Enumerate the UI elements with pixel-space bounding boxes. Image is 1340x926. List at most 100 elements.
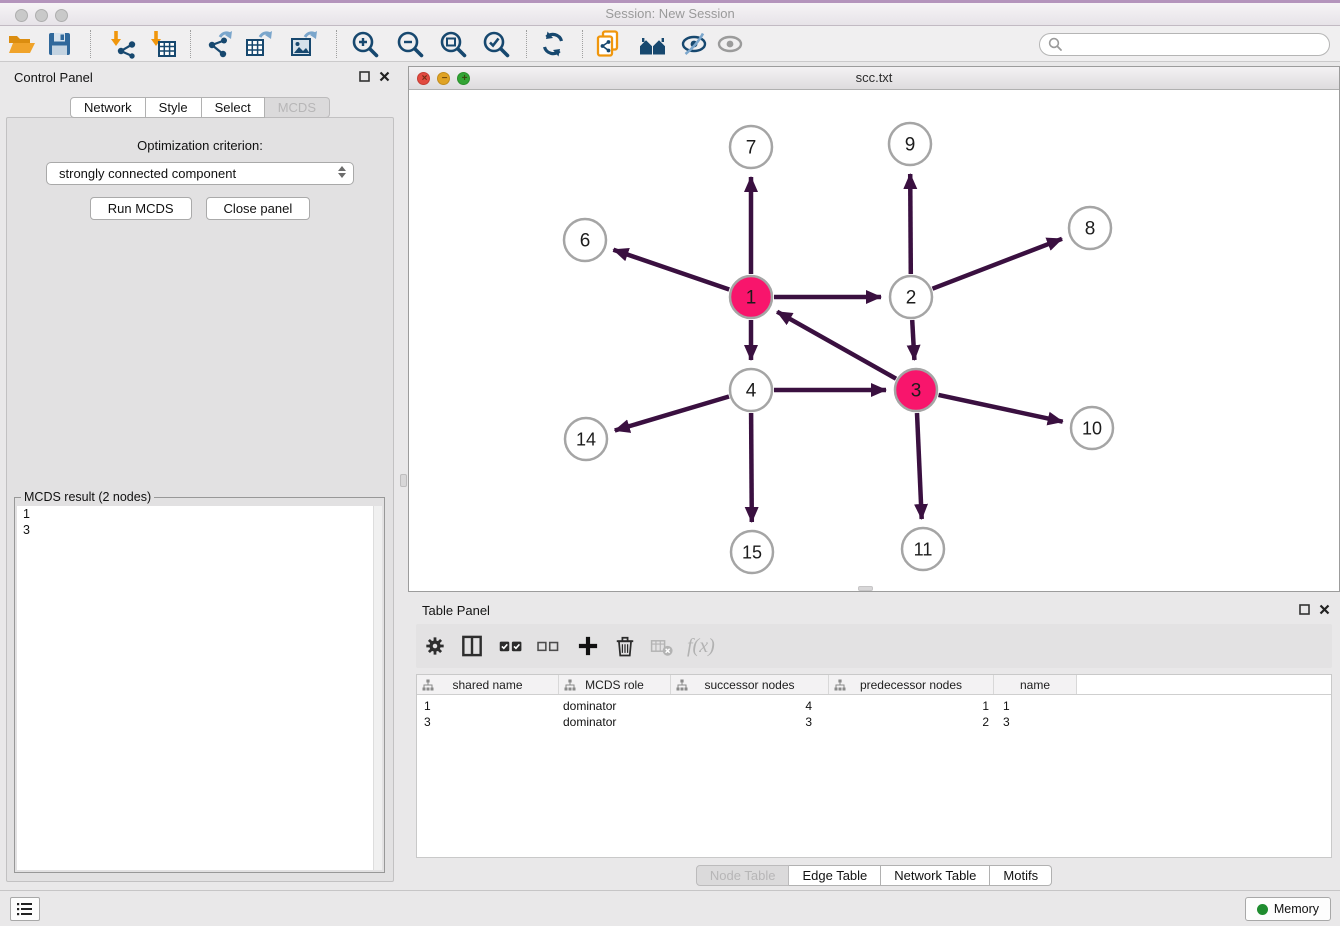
criterion-dropdown[interactable]: strongly connected component <box>46 162 354 185</box>
column-header-predecessor-nodes[interactable]: predecessor nodes <box>829 675 994 694</box>
clone-network-icon[interactable] <box>593 29 623 59</box>
task-history-button[interactable] <box>10 897 40 921</box>
svg-text:8: 8 <box>1085 219 1096 240</box>
close-panel-icon[interactable] <box>379 71 390 82</box>
delete-columns-trash-icon[interactable] <box>612 633 638 659</box>
import-network-icon[interactable] <box>107 29 137 59</box>
edge-4-15[interactable] <box>751 413 752 522</box>
node-9[interactable]: 9 <box>889 123 931 165</box>
criterion-dropdown-value: strongly connected component <box>59 166 236 181</box>
search-input[interactable] <box>1039 33 1330 56</box>
mcds-result-node: 1 <box>17 506 382 522</box>
table-cell[interactable]: dominator <box>559 699 671 713</box>
close-panel-button[interactable]: Close panel <box>206 197 311 220</box>
maximize-window-button[interactable] <box>55 9 68 22</box>
network-canvas[interactable]: 7 9 6 8 1 2 4 3 14 10 15 11 <box>409 90 1339 590</box>
node-6[interactable]: 6 <box>564 219 606 261</box>
node-15[interactable]: 15 <box>731 531 773 573</box>
refresh-icon[interactable] <box>538 29 568 59</box>
zoom-in-icon[interactable] <box>350 29 380 59</box>
vertical-splitter-handle[interactable] <box>400 474 407 487</box>
node-3[interactable]: 3 <box>895 369 937 411</box>
export-table-icon[interactable] <box>244 29 274 59</box>
network-maximize-button[interactable]: + <box>457 72 470 85</box>
node-4[interactable]: 4 <box>730 369 772 411</box>
table-row[interactable]: 1dominator411 <box>417 698 1331 714</box>
float-panel-icon[interactable] <box>359 71 370 82</box>
column-header-shared-name[interactable]: shared name <box>417 675 559 694</box>
deselect-all-columns-icon[interactable] <box>535 633 561 659</box>
edge-4-14[interactable] <box>615 397 729 431</box>
home-networks-icon[interactable] <box>638 29 668 59</box>
node-8[interactable]: 8 <box>1069 207 1111 249</box>
edge-1-6[interactable] <box>613 250 729 290</box>
column-header-successor-nodes[interactable]: successor nodes <box>671 675 829 694</box>
export-image-icon[interactable] <box>289 29 319 59</box>
close-window-button[interactable] <box>15 9 28 22</box>
show-hidden-eye-icon <box>715 29 745 59</box>
edge-3-11[interactable] <box>917 413 922 519</box>
mcds-result-list[interactable]: 13 <box>17 506 382 870</box>
select-all-columns-icon[interactable] <box>498 633 524 659</box>
table-cell[interactable]: dominator <box>559 715 671 729</box>
column-header-filler <box>1077 675 1331 694</box>
tab-select[interactable]: Select <box>202 97 265 118</box>
edge-2-8[interactable] <box>933 239 1063 289</box>
float-table-panel-icon[interactable] <box>1299 604 1310 615</box>
tab-node-table[interactable]: Node Table <box>696 865 790 886</box>
table-cell[interactable]: 2 <box>829 715 994 729</box>
table-cell[interactable]: 1 <box>417 699 559 713</box>
tab-motifs[interactable]: Motifs <box>990 865 1052 886</box>
edge-3-10[interactable] <box>939 395 1063 422</box>
hide-selected-eye-icon[interactable] <box>679 29 709 59</box>
save-icon[interactable] <box>44 29 74 59</box>
tab-edge-table[interactable]: Edge Table <box>789 865 881 886</box>
memory-button[interactable]: Memory <box>1245 897 1331 921</box>
node-7[interactable]: 7 <box>730 126 772 168</box>
tab-network-table[interactable]: Network Table <box>881 865 990 886</box>
edge-2-3[interactable] <box>912 320 914 360</box>
horizontal-splitter-handle[interactable] <box>858 586 873 591</box>
node-14[interactable]: 14 <box>565 418 607 460</box>
minimize-window-button[interactable] <box>35 9 48 22</box>
optimization-criterion-label: Optimization criterion: <box>7 138 393 153</box>
edge-2-9[interactable] <box>910 174 911 274</box>
node-11[interactable]: 11 <box>902 528 944 570</box>
import-table-icon[interactable] <box>147 29 177 59</box>
table-panel-header: Table Panel <box>408 595 1340 625</box>
node-2[interactable]: 2 <box>890 276 932 318</box>
tab-mcds[interactable]: MCDS <box>265 97 330 118</box>
node-1[interactable]: 1 <box>730 276 772 318</box>
open-folder-icon[interactable] <box>6 29 36 59</box>
create-column-plus-icon[interactable] <box>575 633 601 659</box>
table-cell[interactable]: 4 <box>671 699 829 713</box>
show-columns-icon[interactable] <box>459 633 485 659</box>
export-network-icon[interactable] <box>205 29 235 59</box>
column-header-name[interactable]: name <box>994 675 1077 694</box>
svg-text:7: 7 <box>746 138 757 159</box>
edge-3-1[interactable] <box>777 312 896 379</box>
zoom-out-icon[interactable] <box>395 29 425 59</box>
node-10[interactable]: 10 <box>1071 407 1113 449</box>
zoom-selected-icon[interactable] <box>481 29 511 59</box>
table-options-gear-icon[interactable] <box>422 633 448 659</box>
table-cell[interactable]: 1 <box>994 699 1077 713</box>
column-type-icon <box>834 679 846 691</box>
table-cell[interactable]: 3 <box>417 715 559 729</box>
table-cell[interactable]: 3 <box>671 715 829 729</box>
run-mcds-button[interactable]: Run MCDS <box>90 197 192 220</box>
zoom-fit-icon[interactable] <box>438 29 468 59</box>
node-table[interactable]: shared nameMCDS rolesuccessor nodesprede… <box>416 674 1332 858</box>
network-window-titlebar[interactable]: × − + scc.txt <box>409 67 1339 90</box>
network-minimize-button[interactable]: − <box>437 72 450 85</box>
result-scrollbar[interactable] <box>373 506 382 870</box>
table-cell[interactable]: 1 <box>829 699 994 713</box>
tab-style[interactable]: Style <box>146 97 202 118</box>
tab-network[interactable]: Network <box>70 97 146 118</box>
column-header-mcds-role[interactable]: MCDS role <box>559 675 671 694</box>
network-close-button[interactable]: × <box>417 72 430 85</box>
table-row[interactable]: 3dominator323 <box>417 714 1331 730</box>
close-table-panel-icon[interactable] <box>1319 604 1330 615</box>
table-cell[interactable]: 3 <box>994 715 1077 729</box>
network-graph[interactable]: 7 9 6 8 1 2 4 3 14 10 15 11 <box>409 90 1339 590</box>
